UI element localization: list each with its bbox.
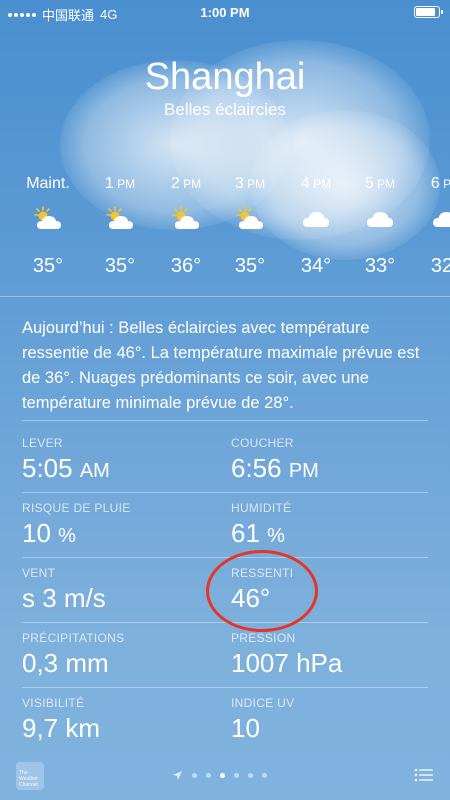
hourly-bottom-divider — [0, 296, 450, 297]
hourly-item: 4 PM 34° — [286, 175, 346, 278]
footer-bar: The Weather Channel — [0, 758, 450, 800]
detail-value: 10 % — [22, 518, 76, 548]
page-dot[interactable] — [262, 773, 267, 778]
hourly-item: 5 PM 33° — [350, 175, 410, 278]
detail-label: VENT — [22, 566, 56, 580]
page-dot[interactable] — [234, 773, 239, 778]
hourly-item: 1 PM 35° — [90, 175, 150, 278]
detail-rain-chance: RISQUE DE PLUIE 10 % — [22, 501, 131, 549]
detail-sunset: COUCHER 6:56 PM — [231, 436, 319, 484]
detail-label: HUMIDITÉ — [231, 501, 292, 515]
hourly-temperature: 35° — [32, 255, 64, 277]
status-time: 1:00 PM — [200, 5, 250, 20]
cloud-icon — [350, 197, 410, 237]
hourly-forecast[interactable]: Maint. 35° 1 PM 35° 2 PM 36° 3 PM 35° 4 PM 34° 5 P… — [0, 175, 450, 285]
detail-value: 10 — [231, 713, 260, 743]
detail-wind: VENT s 3 m/s — [22, 566, 106, 614]
daily-summary: Aujourd’hui : Belles éclaircies avec tem… — [22, 319, 420, 412]
detail-label: LEVER — [22, 436, 63, 450]
list-icon[interactable] — [414, 768, 434, 782]
detail-value: 0,3 mm — [22, 648, 109, 678]
detail-value: s 3 m/s — [22, 583, 106, 613]
detail-value: 9,7 km — [22, 713, 101, 743]
sun-cloud-icon — [220, 197, 280, 237]
hourly-temperature: 32° — [430, 255, 450, 277]
battery-icon — [414, 6, 443, 18]
hourly-time: 3 PM — [234, 175, 266, 192]
detail-value: 6:56 PM — [231, 453, 319, 483]
hourly-time: 1 PM — [104, 175, 136, 192]
page-dot[interactable] — [206, 773, 211, 778]
hourly-time: 6 PM — [430, 175, 450, 192]
hourly-item: 3 PM 35° — [220, 175, 280, 278]
detail-sunrise: LEVER 5:05 AM — [22, 436, 110, 484]
page-dot[interactable] — [248, 773, 253, 778]
detail-label: VISIBILITÉ — [22, 696, 85, 710]
city-name: Shanghai — [144, 56, 306, 98]
detail-label: RISQUE DE PLUIE — [22, 501, 131, 515]
cloud-icon — [416, 197, 450, 237]
sun-cloud-icon — [156, 197, 216, 237]
detail-divider — [22, 492, 428, 493]
detail-pressure: PRESSION 1007 hPa — [231, 631, 342, 679]
cloud-icon — [286, 197, 346, 237]
detail-precipitation: PRÉCIPITATIONS 0,3 mm — [22, 631, 124, 679]
detail-value: 61 % — [231, 518, 285, 548]
page-dot[interactable] — [192, 773, 197, 778]
hourly-temperature: 35° — [234, 255, 266, 277]
detail-divider — [22, 687, 428, 688]
hourly-item: 2 PM 36° — [156, 175, 216, 278]
status-bar: 中国联通 4G 1:00 PM — [0, 0, 450, 24]
detail-visibility: VISIBILITÉ 9,7 km — [22, 696, 100, 744]
hourly-time: 5 PM — [364, 175, 396, 192]
detail-humidity: HUMIDITÉ 61 % — [231, 501, 291, 549]
hourly-item: 6 PM 32° — [416, 175, 450, 278]
summary-bottom-divider — [22, 420, 428, 421]
hourly-temperature: 35° — [104, 255, 136, 277]
detail-uv-index: INDICE UV 10 — [231, 696, 294, 744]
page-indicator[interactable] — [172, 770, 267, 781]
sun-cloud-icon — [90, 197, 150, 237]
hourly-time: 4 PM — [300, 175, 332, 192]
sun-cloud-icon — [18, 197, 78, 237]
weather-channel-logo[interactable]: The Weather Channel — [16, 762, 44, 790]
hourly-temperature: 33° — [364, 255, 396, 277]
hourly-time: Maint. — [26, 175, 70, 192]
detail-value: 5:05 AM — [22, 453, 110, 483]
current-condition: Belles éclaircies — [164, 100, 286, 119]
hourly-time: 2 PM — [170, 175, 202, 192]
detail-divider — [22, 557, 428, 558]
detail-label: PRÉCIPITATIONS — [22, 631, 125, 645]
highlight-circle — [206, 550, 318, 632]
detail-label: INDICE UV — [231, 696, 295, 710]
page-dot[interactable] — [220, 773, 225, 778]
detail-label: PRESSION — [231, 631, 296, 645]
hourly-temperature: 36° — [170, 255, 202, 277]
hourly-temperature: 34° — [300, 255, 332, 277]
detail-value: 1007 hPa — [231, 648, 343, 678]
detail-label: COUCHER — [231, 436, 294, 450]
hourly-item: Maint. 35° — [18, 175, 78, 278]
location-arrow-icon — [173, 771, 182, 780]
